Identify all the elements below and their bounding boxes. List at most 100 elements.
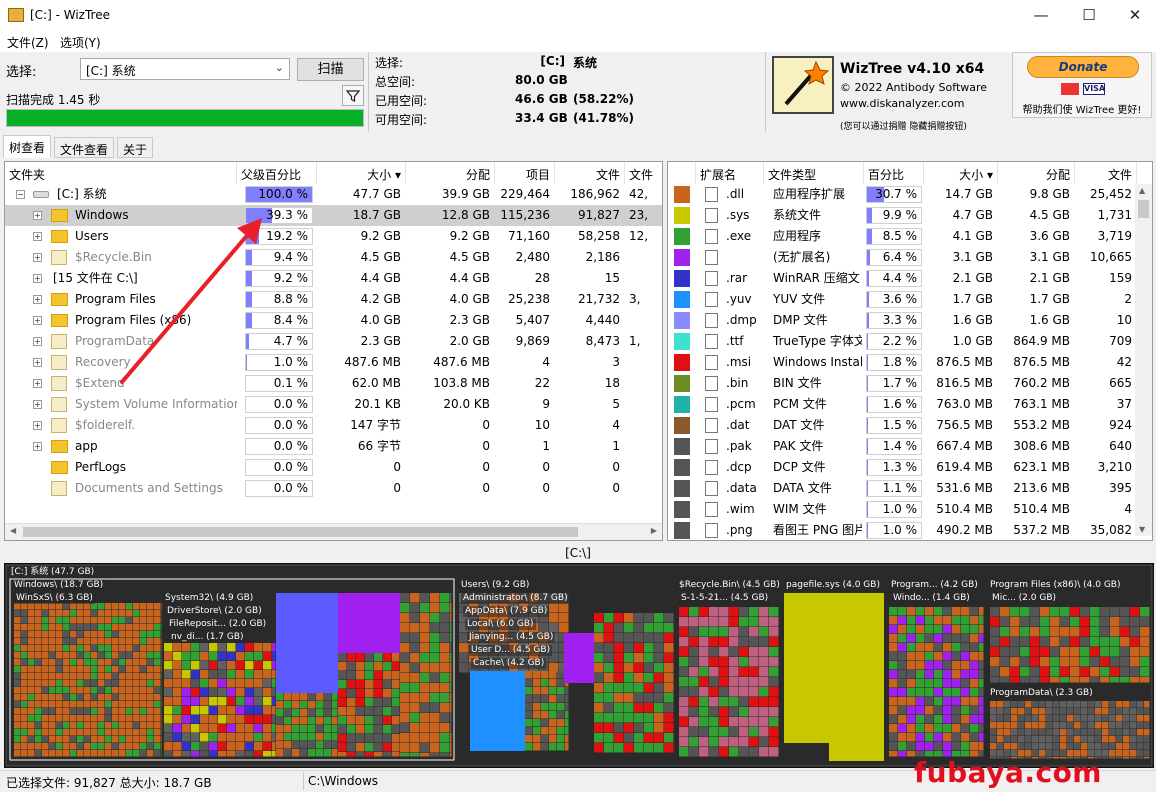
treemap-file-block[interactable] [77,659,84,666]
treemap-file-block[interactable] [739,717,749,727]
treemap-file-block[interactable] [557,671,565,679]
treemap-file-block[interactable] [292,733,300,741]
treemap-file-block[interactable] [1018,743,1025,750]
treemap-file-block[interactable] [28,701,35,708]
treemap-file-block[interactable] [42,750,49,757]
treemap-file-block[interactable] [14,645,21,652]
treemap-file-block[interactable] [236,661,245,670]
treemap-file-block[interactable] [1011,715,1018,722]
treemap-file-block[interactable] [604,653,614,663]
treemap-file-block[interactable] [925,634,934,643]
treemap-file-block[interactable] [272,688,276,697]
treemap-file-block[interactable] [1110,647,1120,657]
treemap-file-block[interactable] [916,643,925,652]
treemap-file-block[interactable] [56,687,63,694]
treemap-file-block[interactable] [1070,607,1080,617]
treemap-file-block[interactable] [164,643,173,652]
treemap-file-block[interactable] [1030,647,1040,657]
treemap-file-block[interactable] [1116,708,1123,715]
treemap-file-block[interactable] [549,743,557,751]
treemap-file-block[interactable] [749,637,759,647]
treemap-file-block[interactable] [164,724,173,733]
treemap-file-block[interactable] [70,680,77,687]
treemap-file-block[interactable] [133,610,140,617]
treemap-file-block[interactable] [263,679,272,688]
treemap-file-block[interactable] [654,683,664,693]
treemap-file-block[interactable] [541,727,549,735]
treemap-file-block[interactable] [70,673,77,680]
treemap-file-block[interactable] [191,751,200,757]
treemap-file-block[interactable] [420,603,430,613]
treemap-file-block[interactable] [200,733,209,742]
treemap-file-block[interactable] [664,653,674,663]
treemap-file-block[interactable] [49,736,56,743]
treemap-file-block[interactable] [119,603,126,610]
treemap-file-block[interactable] [769,627,779,637]
treemap-file-block[interactable] [84,673,91,680]
treemap-file-block[interactable] [98,750,105,757]
treemap-file-block[interactable] [644,643,654,653]
treemap-file-block[interactable] [952,625,961,634]
treemap-file-block[interactable] [105,687,112,694]
treemap-file-block[interactable] [1110,627,1120,637]
treemap-file-block[interactable] [729,627,739,637]
treemap-file-block[interactable] [49,722,56,729]
treemap-file-block[interactable] [284,693,292,701]
treemap-file-block[interactable] [112,645,119,652]
treemap-file-block[interactable] [709,677,719,687]
treemap-file-block[interactable] [719,697,729,707]
treemap-file-block[interactable] [28,673,35,680]
treemap-file-block[interactable] [759,737,769,747]
treemap-file-block[interactable] [98,666,105,673]
treemap-file-block[interactable] [1080,617,1090,627]
treemap-file-block[interactable] [35,743,42,750]
treemap-file-block[interactable] [440,673,450,683]
treemap-file-block[interactable] [49,631,56,638]
treemap-file-block[interactable] [119,687,126,694]
treemap-file-block[interactable] [1053,701,1060,708]
treemap-file-block[interactable] [679,607,689,617]
treemap-file-block[interactable] [133,673,140,680]
treemap-file-block[interactable] [63,715,70,722]
treemap-file-block[interactable] [28,617,35,624]
treemap-file-block[interactable] [410,723,420,733]
treemap-file-block[interactable] [654,743,664,753]
treemap-file-block[interactable] [70,638,77,645]
treemap-file-block[interactable] [112,729,119,736]
treemap-file-block[interactable] [98,708,105,715]
treemap-file-block[interactable] [154,694,161,701]
treemap-file-block[interactable] [1053,708,1060,715]
treemap-file-block[interactable] [126,638,133,645]
treemap-file-block[interactable] [634,633,644,643]
treemap-file-block[interactable] [1030,627,1040,637]
treemap-file-block[interactable] [979,661,984,670]
treemap-file-block[interactable] [91,624,98,631]
treemap-file-block[interactable] [440,663,450,673]
treemap-file-block[interactable] [907,715,916,724]
treemap-file-block[interactable] [525,719,533,727]
treemap-file-block[interactable] [191,652,200,661]
treemap-file-block[interactable] [392,662,400,671]
treemap-file-block[interactable] [1081,715,1088,722]
treemap-file-block[interactable] [634,743,644,753]
treemap-file-block[interactable] [410,713,420,723]
treemap-file-block[interactable] [245,643,254,652]
treemap-file-block[interactable] [300,733,308,741]
treemap-file-block[interactable] [245,697,254,706]
treemap-file-block[interactable] [70,743,77,750]
treemap-file-block[interactable] [1067,743,1074,750]
treemap-file-block[interactable] [49,715,56,722]
treemap-file-block[interactable] [1095,708,1102,715]
treemap-file-block[interactable] [1020,607,1030,617]
treemap-file-block[interactable] [557,727,565,735]
treemap-file-block[interactable] [889,706,898,715]
treemap-file-block[interactable] [154,708,161,715]
treemap-file-block[interactable] [284,733,292,741]
treemap-file-block[interactable] [227,724,236,733]
treemap-file-block[interactable] [1020,617,1030,627]
treemap-file-block[interactable] [1130,617,1140,627]
treemap-file-block[interactable] [126,715,133,722]
treemap-file-block[interactable] [961,742,970,751]
treemap-file-block[interactable] [272,733,276,742]
treemap-file-block[interactable] [356,662,365,671]
